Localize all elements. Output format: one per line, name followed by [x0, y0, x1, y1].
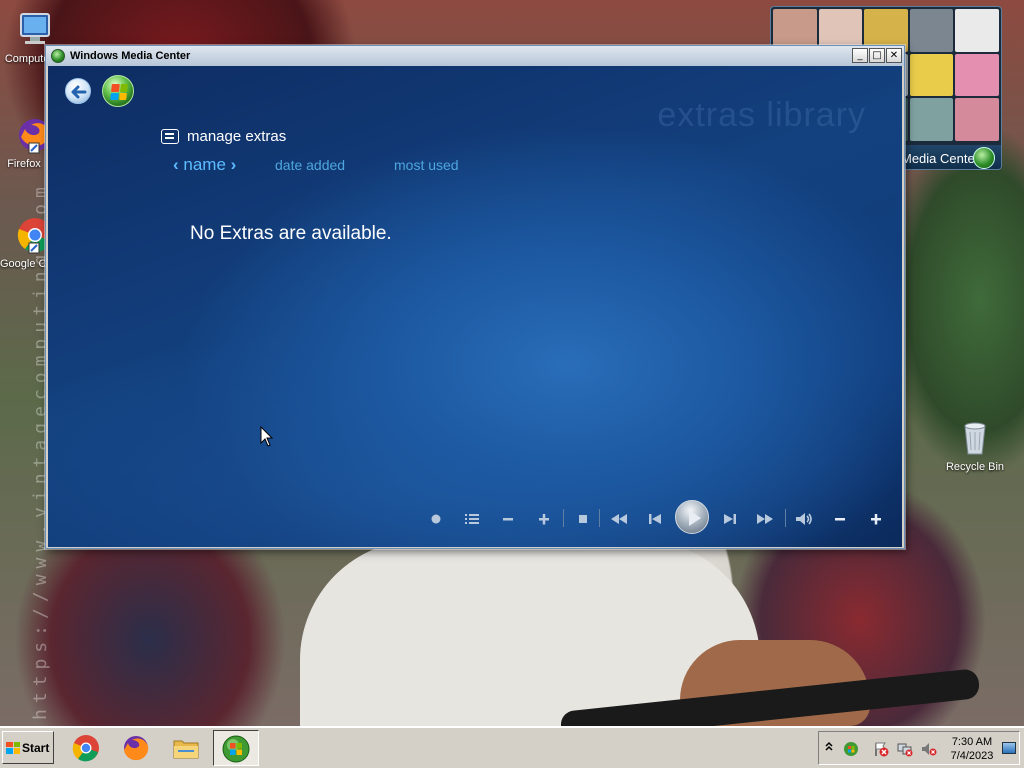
windows-logo-icon	[110, 84, 128, 100]
maximize-button[interactable]: □	[869, 48, 885, 63]
show-desktop-button[interactable]	[1002, 742, 1016, 754]
list-icon	[161, 129, 179, 144]
start-orb-button[interactable]	[102, 75, 134, 107]
firefox-icon	[124, 736, 149, 761]
media-center-icon	[222, 735, 250, 763]
media-center-tray-icon[interactable]	[843, 741, 859, 757]
fast-forward-button[interactable]	[754, 509, 776, 529]
sort-date-added-option[interactable]: date added	[275, 157, 345, 173]
channel-up-button[interactable]	[533, 509, 555, 529]
manage-extras-button[interactable]: manage extras	[161, 128, 286, 145]
chrome-icon	[72, 735, 99, 762]
chevron-up-icon	[825, 741, 833, 751]
skip-back-button[interactable]	[644, 509, 666, 529]
transport-divider	[599, 509, 600, 527]
window-title: Windows Media Center	[70, 50, 191, 62]
sort-name-option[interactable]: ‹ name ›	[173, 155, 236, 175]
computer-icon	[15, 10, 55, 50]
close-button[interactable]: ✕	[886, 48, 902, 63]
stop-icon	[579, 515, 587, 523]
media-center-app-icon	[51, 49, 65, 63]
clock-time: 7:30 AM	[951, 736, 993, 748]
mute-button[interactable]	[793, 509, 815, 529]
guide-button[interactable]	[461, 509, 483, 529]
minus-icon	[835, 518, 845, 521]
taskbar: Start 7:30 AM 7/4/2023	[0, 726, 1024, 768]
transport-divider	[785, 509, 786, 527]
sort-options: ‹ name › date added most used	[173, 155, 493, 177]
volume-down-button[interactable]	[829, 509, 851, 529]
system-tray: 7:30 AM 7/4/2023	[818, 731, 1020, 765]
transport-controls	[423, 499, 893, 539]
media-center-window: Windows Media Center _ □ ✕ extras librar…	[45, 45, 905, 549]
volume-muted-icon[interactable]	[921, 741, 937, 757]
channel-down-button[interactable]	[497, 509, 519, 529]
skip-forward-button[interactable]	[719, 509, 741, 529]
show-hidden-icons-button[interactable]	[825, 740, 833, 755]
taskbar-app-firefox[interactable]	[114, 730, 160, 766]
skip-back-icon	[649, 514, 661, 524]
start-button[interactable]: Start	[2, 731, 54, 764]
recycle-bin-icon	[955, 418, 995, 458]
clock-date: 7/4/2023	[950, 750, 994, 762]
windows-orb-icon	[973, 147, 995, 169]
stop-button[interactable]	[572, 509, 594, 529]
empty-message: No Extras are available.	[190, 223, 392, 244]
library-title: extras library	[657, 96, 866, 134]
gadget-caption: Media Center	[901, 151, 980, 166]
back-button[interactable]	[65, 78, 91, 104]
desktop-icon-recycle-bin[interactable]: Recycle Bin	[940, 418, 1010, 473]
window-titlebar[interactable]: Windows Media Center _ □ ✕	[46, 46, 904, 66]
plus-icon	[539, 514, 549, 525]
folder-icon	[173, 740, 199, 759]
play-button[interactable]	[675, 500, 709, 534]
plus-icon	[871, 514, 881, 525]
fast-forward-icon	[757, 514, 773, 524]
chevron-right-icon: ›	[225, 155, 237, 174]
minus-icon	[503, 518, 513, 521]
taskbar-app-chrome[interactable]	[64, 730, 110, 766]
skip-forward-icon	[724, 514, 736, 524]
media-center-content: extras library manage extras ‹ name › da…	[48, 66, 902, 547]
transport-divider	[563, 509, 564, 527]
record-icon	[431, 514, 441, 524]
network-icon[interactable]	[897, 741, 913, 757]
windows-logo-icon	[6, 741, 20, 754]
rewind-icon	[611, 514, 627, 524]
mouse-cursor-icon	[260, 426, 274, 447]
window-controls: _ □ ✕	[852, 48, 902, 63]
speaker-icon	[796, 513, 812, 525]
taskbar-app-file-explorer[interactable]	[164, 730, 210, 766]
section-label: manage extras	[187, 128, 287, 145]
back-arrow-icon	[71, 85, 87, 99]
rewind-button[interactable]	[608, 509, 630, 529]
minimize-button[interactable]: _	[852, 48, 868, 63]
sort-most-used-option[interactable]: most used	[394, 157, 459, 173]
chevron-left-icon: ‹	[173, 155, 184, 174]
taskbar-clock[interactable]: 7:30 AM 7/4/2023	[947, 735, 997, 763]
list-icon	[465, 514, 479, 524]
taskbar-app-media-center[interactable]	[213, 730, 259, 766]
record-button[interactable]	[425, 509, 447, 529]
start-label: Start	[22, 740, 50, 755]
action-center-warning-icon[interactable]	[873, 741, 889, 757]
volume-up-button[interactable]	[865, 509, 887, 529]
